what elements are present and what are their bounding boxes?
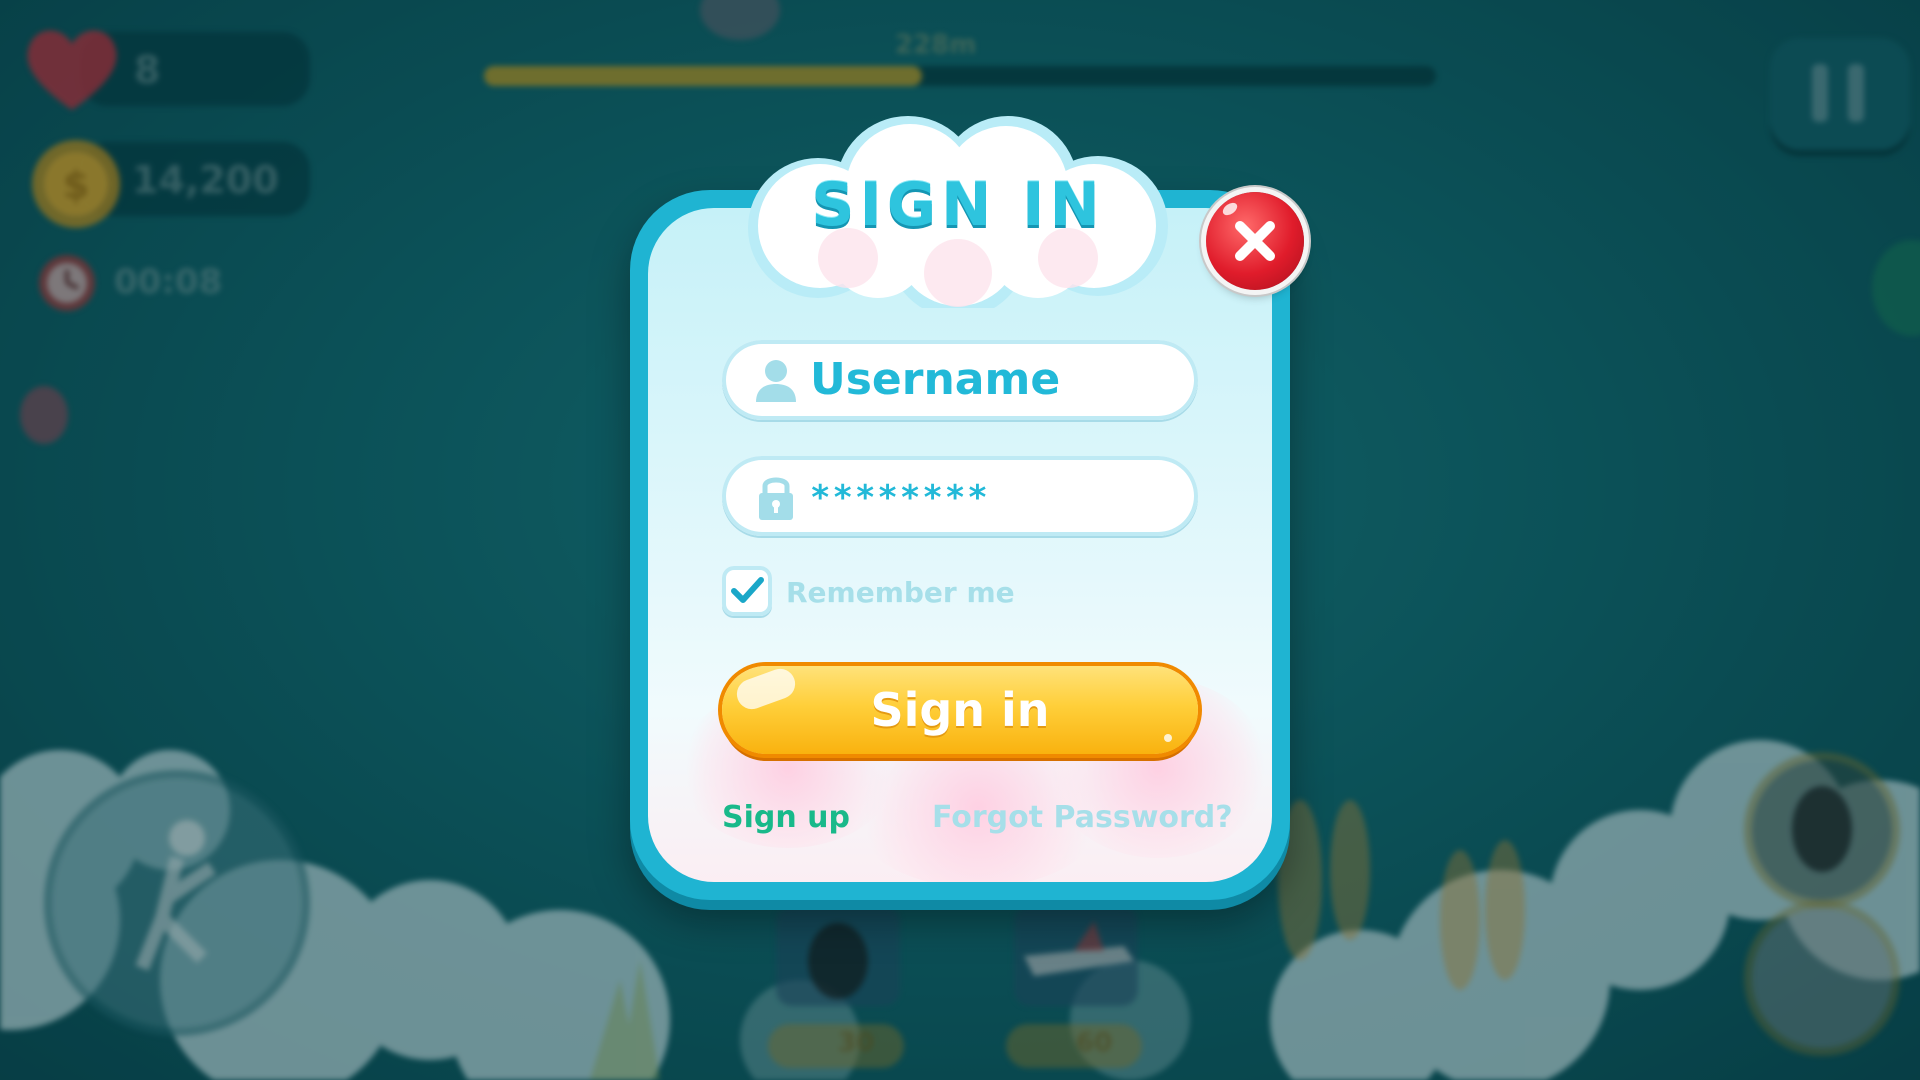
username-field[interactable]: Username	[722, 340, 1198, 420]
close-button[interactable]	[1206, 192, 1304, 290]
password-mask: ********	[810, 478, 990, 518]
sign-up-link[interactable]: Sign up	[722, 796, 850, 840]
forgot-password-link[interactable]: Forgot Password?	[932, 796, 1233, 840]
sign-in-button[interactable]: Sign in	[722, 664, 1198, 754]
lock-icon	[759, 477, 793, 520]
password-field[interactable]: ********	[722, 456, 1198, 536]
checkmark-icon	[731, 577, 764, 603]
checkbox-box	[722, 566, 772, 616]
close-icon	[1235, 221, 1275, 261]
username-placeholder: Username	[810, 354, 1061, 405]
dialog-title: SIGN IN	[811, 170, 1105, 240]
user-icon	[756, 360, 796, 402]
remember-me-label: Remember me	[786, 576, 1015, 609]
sign-in-button-label: Sign in	[870, 683, 1050, 737]
dialog-panel	[648, 208, 1272, 882]
